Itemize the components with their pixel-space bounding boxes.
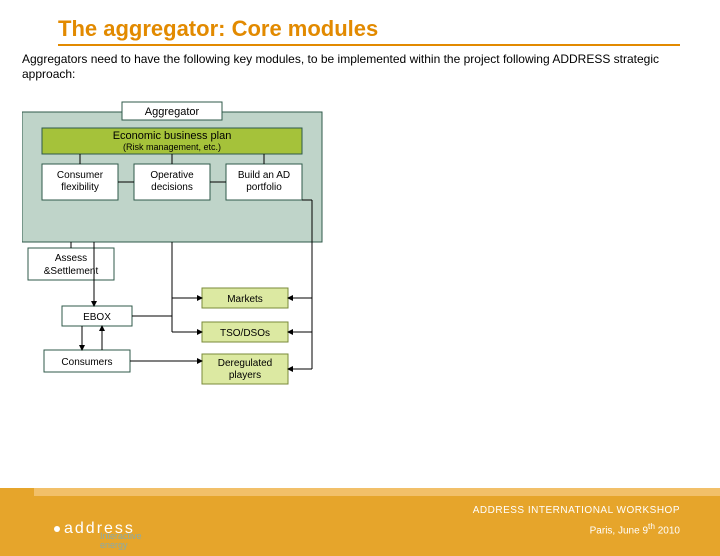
tsodsos-label: TSO/DSOs [220,328,270,339]
assess-1: Assess [55,253,87,264]
footer-accent-bar [0,488,720,496]
footer-location: Paris, June 9th 2010 [590,521,680,536]
dereg-2: players [229,370,261,381]
mod-consumer-1: Consumer [57,170,104,181]
footer-workshop: ADDRESS INTERNATIONAL WORKSHOP [473,505,680,516]
mod-operative-1: Operative [150,170,194,181]
logo-tagline: Interactiveenergy [100,532,142,550]
mod-consumer-2: flexibility [61,182,99,193]
aggregator-label: Aggregator [145,106,200,118]
consumers-label: Consumers [61,357,112,368]
plan-label: Economic business plan [113,130,232,142]
title-underline [58,44,680,46]
mod-portfolio-2: portfolio [246,182,282,193]
logo-dot-icon [54,526,60,532]
page-title: The aggregator: Core modules [58,16,720,42]
assess-2: &Settlement [44,266,99,277]
plan-sub: (Risk management, etc.) [123,142,221,152]
markets-label: Markets [227,294,263,305]
dereg-1: Deregulated [218,358,272,369]
ebox-label: EBOX [83,312,111,323]
intro-text: Aggregators need to have the following k… [22,52,680,82]
mod-operative-2: decisions [151,182,193,193]
aggregator-diagram: Aggregator Economic business plan (Risk … [22,92,422,422]
mod-portfolio-1: Build an AD [238,170,290,181]
